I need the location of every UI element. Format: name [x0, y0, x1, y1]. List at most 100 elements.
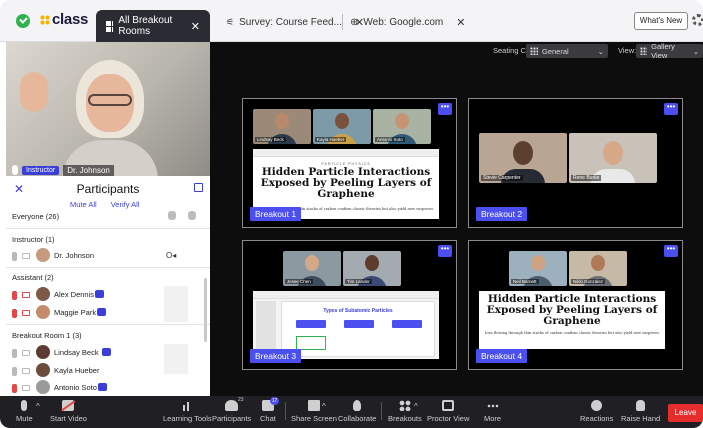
- reactions-button[interactable]: Reactions: [580, 400, 613, 423]
- list-item[interactable]: Dr. Johnson O◂: [6, 247, 210, 265]
- mute-button[interactable]: Mute: [16, 400, 33, 423]
- leave-button[interactable]: Leave: [668, 404, 703, 422]
- toolbar-separator: [381, 402, 382, 420]
- mic-icon[interactable]: [12, 349, 17, 358]
- listening-icon: O◂: [166, 251, 177, 260]
- room-more-button[interactable]: •••: [664, 103, 678, 115]
- chevron-up-icon[interactable]: ^: [322, 402, 326, 411]
- room-more-button[interactable]: •••: [438, 103, 452, 115]
- chat-badge-icon[interactable]: [98, 383, 107, 391]
- share-screen-button[interactable]: Share Screen: [291, 400, 337, 423]
- globe-icon: ⊕: [350, 16, 359, 28]
- collaborate-button[interactable]: Collaborate: [338, 400, 376, 423]
- chat-badge-icon[interactable]: [95, 290, 104, 298]
- breakout-room-3[interactable]: Jesse Chen Tim Lander Types of Subatomic…: [242, 240, 457, 370]
- popout-icon[interactable]: [194, 183, 203, 192]
- breakout-room-1[interactable]: Lindsay Beck Kayla Hueber Antonio Soto P…: [242, 98, 457, 228]
- video-tile: Kayla Hueber: [313, 109, 371, 144]
- hand-icon[interactable]: [188, 211, 196, 220]
- video-tile: Antonio Soto: [373, 109, 431, 144]
- close-icon[interactable]: ✕: [456, 16, 465, 29]
- breakout-room-2[interactable]: Stevie Carpenter Rene Burke ••• Breakout…: [468, 98, 683, 228]
- camera-icon[interactable]: [22, 253, 30, 259]
- chat-badge-icon[interactable]: [97, 308, 106, 316]
- tab-survey[interactable]: ⚟ Survey: Course Feed... ✕: [226, 12, 364, 32]
- learning-tools-button[interactable]: Learning Tools: [163, 400, 212, 423]
- video-off-icon: [62, 400, 75, 411]
- mic-muted-icon[interactable]: [12, 291, 17, 300]
- camera-off-icon[interactable]: [22, 310, 30, 316]
- grid-icon: [530, 47, 538, 55]
- participants-header: ✕ Participants: [6, 180, 210, 200]
- video-tile: Lindsay Beck: [253, 109, 311, 144]
- chat-badge-icon[interactable]: [102, 348, 111, 356]
- avatar: [36, 345, 50, 359]
- gear-icon[interactable]: [692, 14, 703, 26]
- divider: [6, 324, 210, 325]
- whats-new-button[interactable]: What's New: [634, 12, 688, 30]
- video-tile: Stevie Carpenter: [479, 133, 567, 183]
- instructor-name-tag: Instructor Dr. Johnson: [12, 163, 114, 176]
- video-tile: Tim Lander: [343, 251, 401, 286]
- chevron-down-icon: ⌄: [692, 46, 699, 56]
- head-shape: [395, 113, 409, 129]
- mic-icon: [21, 400, 28, 411]
- avatar: [36, 363, 50, 377]
- mic-icon[interactable]: [12, 252, 17, 261]
- mic-muted-icon[interactable]: [12, 384, 17, 393]
- seating-chart-select[interactable]: General ⌄: [526, 44, 608, 58]
- head-shape: [275, 113, 289, 129]
- chevron-up-icon[interactable]: ^: [36, 402, 40, 411]
- slide-thumbnails: [256, 301, 276, 355]
- room-label[interactable]: Breakout 3: [250, 349, 302, 363]
- reactions-icon: [591, 400, 603, 411]
- camera-icon[interactable]: [22, 368, 30, 374]
- mic-icon[interactable]: [12, 367, 17, 376]
- avatar: [36, 305, 50, 319]
- scrollbar[interactable]: [204, 278, 207, 342]
- room-label[interactable]: Breakout 4: [476, 349, 528, 363]
- start-video-button[interactable]: Start Video: [50, 400, 87, 423]
- learning-tools-icon: [181, 400, 194, 411]
- camera-off-icon[interactable]: [22, 292, 30, 298]
- slides-toolbar: [253, 291, 439, 299]
- participants-button[interactable]: Participants: [212, 400, 251, 423]
- share-screen-icon: [307, 400, 320, 411]
- room-more-button[interactable]: •••: [438, 245, 452, 257]
- room-more-button[interactable]: •••: [664, 245, 678, 257]
- section-assistant: Assistant (2): [12, 273, 54, 282]
- grid-icon: [106, 20, 114, 32]
- left-panel: Instructor Dr. Johnson ✕ Participants Mu…: [6, 42, 210, 396]
- camera-icon[interactable]: [22, 385, 30, 391]
- tab-web[interactable]: ⊕ Web: Google.com ✕: [350, 12, 465, 32]
- proctor-view-button[interactable]: Proctor View: [427, 400, 469, 423]
- close-icon[interactable]: ✕: [191, 20, 200, 33]
- logo-dots-icon: [40, 15, 50, 25]
- head-shape: [305, 255, 319, 271]
- more-button[interactable]: More: [484, 400, 501, 423]
- raise-hand-button[interactable]: Raise Hand: [621, 400, 660, 423]
- room-label[interactable]: Breakout 1: [250, 207, 302, 221]
- bulb-icon: [353, 400, 362, 411]
- chevron-down-icon: ⌄: [597, 46, 604, 56]
- mic-muted-icon[interactable]: [12, 309, 17, 318]
- tab-all-breakout-rooms[interactable]: All Breakout Rooms ✕: [96, 10, 210, 42]
- chevron-up-icon[interactable]: ^: [414, 402, 418, 411]
- room-label[interactable]: Breakout 2: [476, 207, 528, 221]
- breakout-room-4[interactable]: Neil Barnett Nikki Gonzalez Hidden Parti…: [468, 240, 683, 370]
- head-shape: [513, 141, 533, 165]
- raise-hand-icon: [636, 400, 646, 411]
- slide-canvas: Types of Subatomic Particles: [281, 301, 435, 357]
- avatar: [36, 287, 50, 301]
- list-item[interactable]: Antonio Soto: [6, 379, 210, 395]
- shield-check-icon: [16, 14, 30, 28]
- glasses-shape: [88, 94, 132, 106]
- view-select[interactable]: Gallery View ⌄: [636, 42, 703, 60]
- waving-hand-shape: [20, 72, 48, 112]
- camera-icon[interactable]: [22, 350, 30, 356]
- app-window: class All Breakout Rooms ✕ ⚟ Survey: Cou…: [0, 0, 703, 428]
- thumbs-up-icon[interactable]: [168, 211, 176, 220]
- instructor-video: Instructor Dr. Johnson: [6, 42, 210, 176]
- section-breakout-room-1: Breakout Room 1 (3): [12, 331, 82, 340]
- breakouts-icon: [398, 400, 411, 411]
